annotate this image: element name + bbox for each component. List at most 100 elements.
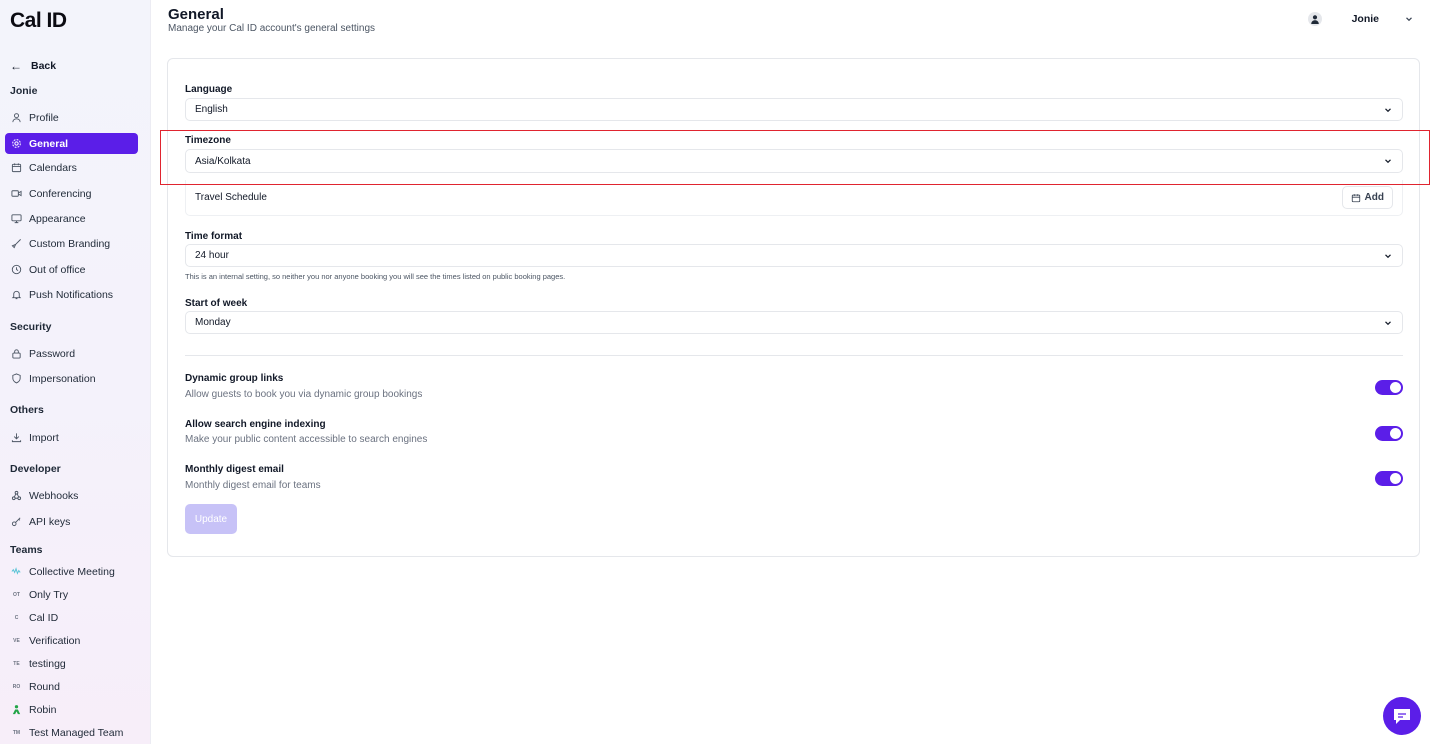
security-section-title: Security: [10, 321, 52, 333]
sidebar-team-test-managed-team[interactable]: TM Test Managed Team: [5, 722, 138, 743]
sidebar-item-label: Push Notifications: [29, 288, 114, 301]
monthly-digest-email-title: Monthly digest email: [185, 464, 284, 475]
sidebar-item-label: Calendars: [29, 161, 77, 174]
sidebar-item-out-of-office[interactable]: Out of office: [5, 259, 138, 280]
sidebar-item-label: Robin: [29, 703, 57, 716]
search-engine-indexing-description: Make your public content accessible to s…: [185, 434, 428, 445]
sidebar-item-label: Webhooks: [29, 489, 79, 502]
sidebar-team-only-try[interactable]: OT Only Try: [5, 584, 138, 605]
sidebar-item-calendars[interactable]: Calendars: [5, 157, 138, 178]
sidebar-item-label: testingg: [29, 657, 66, 670]
chevron-down-icon: [1383, 251, 1393, 261]
calendar-icon: [11, 162, 22, 173]
team-badge: C: [14, 614, 19, 621]
user-avatar-icon: [1310, 15, 1319, 24]
lock-icon: [11, 348, 22, 359]
developer-section-title: Developer: [10, 463, 61, 475]
sidebar-item-conferencing[interactable]: Conferencing: [5, 183, 138, 204]
sidebar-item-impersonation[interactable]: Impersonation: [5, 368, 138, 389]
sidebar-item-general[interactable]: General: [5, 133, 138, 154]
timezone-select[interactable]: Asia/Kolkata: [185, 149, 1403, 173]
dynamic-group-links-toggle[interactable]: [1375, 380, 1403, 395]
section-divider: [185, 355, 1403, 356]
chevron-down-icon: [1383, 156, 1393, 166]
back-label: Back: [31, 60, 57, 72]
page-title: General: [168, 6, 224, 23]
sidebar-item-profile[interactable]: Profile: [5, 107, 138, 128]
sidebar-item-password[interactable]: Password: [5, 343, 138, 364]
sidebar-team-verification[interactable]: VE Verification: [5, 630, 138, 651]
sidebar-item-label: API keys: [29, 515, 71, 528]
calendar-icon: [1351, 193, 1360, 202]
search-engine-indexing-title: Allow search engine indexing: [185, 419, 326, 430]
user-name[interactable]: Jonie: [1352, 13, 1379, 25]
language-value: English: [195, 104, 228, 115]
user-section-title: Jonie: [10, 85, 38, 97]
sidebar-item-label: Cal ID: [29, 611, 59, 624]
team-badge: VE: [13, 637, 20, 644]
add-label: Add: [1364, 192, 1384, 203]
start-of-week-select[interactable]: Monday: [185, 311, 1403, 334]
sidebar-item-label: Verification: [29, 634, 81, 647]
sidebar-item-label: Impersonation: [29, 372, 96, 385]
bell-icon: [11, 289, 22, 300]
language-select[interactable]: English: [185, 98, 1403, 121]
update-button[interactable]: Update: [185, 504, 237, 534]
sidebar-team-collective-meeting[interactable]: Collective Meeting: [5, 561, 138, 582]
clock-icon: [11, 264, 22, 275]
sidebar-item-label: Password: [29, 347, 76, 360]
sidebar-item-label: Out of office: [29, 263, 86, 276]
team-badge: RO: [12, 683, 21, 690]
arrow-left-icon: ←: [10, 59, 22, 73]
teams-section-title: Teams: [10, 544, 43, 556]
sidebar-item-label: Round: [29, 680, 60, 693]
travel-schedule-label: Travel Schedule: [195, 192, 267, 203]
gear-icon: [11, 138, 22, 149]
time-format-value: 24 hour: [195, 250, 229, 261]
sidebar-team-round[interactable]: RO Round: [5, 676, 138, 697]
app-logo[interactable]: Cal ID: [10, 9, 67, 33]
timezone-label: Timezone: [185, 135, 231, 146]
brush-icon: [11, 238, 22, 249]
time-format-label: Time format: [185, 231, 243, 242]
time-format-hint: This is an internal setting, so neither …: [185, 272, 566, 281]
sidebar-item-appearance[interactable]: Appearance: [5, 208, 138, 229]
sidebar-item-import[interactable]: Import: [5, 427, 138, 448]
chat-bubble-icon: [1394, 709, 1410, 724]
dynamic-group-links-title: Dynamic group links: [185, 373, 284, 384]
team-wave-icon: [11, 566, 22, 577]
sidebar-item-custom-branding[interactable]: Custom Branding: [5, 233, 138, 254]
sidebar-item-push-notifications[interactable]: Push Notifications: [5, 284, 138, 305]
team-badge: TM: [12, 729, 21, 736]
sidebar-item-label: Custom Branding: [29, 237, 111, 250]
sidebar-item-label: Import: [29, 431, 59, 444]
back-link[interactable]: ← Back: [10, 60, 56, 72]
start-of-week-value: Monday: [195, 317, 231, 328]
chat-support-button[interactable]: [1383, 697, 1421, 735]
sidebar-item-label: General: [29, 137, 69, 150]
user-menu[interactable]: Jonie: [1307, 12, 1414, 26]
monthly-digest-email-toggle[interactable]: [1375, 471, 1403, 486]
video-icon: [11, 188, 22, 199]
sidebar-item-webhooks[interactable]: Webhooks: [5, 485, 138, 506]
timezone-value: Asia/Kolkata: [195, 155, 251, 167]
sidebar-team-testingg[interactable]: TE testingg: [5, 653, 138, 674]
team-badge: OT: [13, 591, 20, 598]
sidebar-team-cal-id[interactable]: C Cal ID: [5, 607, 138, 628]
chevron-down-icon[interactable]: [1404, 14, 1414, 24]
search-engine-indexing-toggle[interactable]: [1375, 426, 1403, 441]
avatar[interactable]: [1307, 12, 1322, 26]
sidebar: Cal ID ← Back Jonie Profile General Cale…: [0, 0, 151, 744]
key-icon: [11, 516, 22, 527]
add-travel-schedule-button[interactable]: Add: [1341, 186, 1393, 209]
monthly-digest-email-description: Monthly digest email for teams: [185, 480, 321, 491]
sidebar-item-label: Only Try: [29, 588, 69, 601]
sidebar-team-robin[interactable]: Robin: [5, 699, 138, 720]
time-format-select[interactable]: 24 hour: [185, 244, 1403, 267]
shield-icon: [11, 373, 22, 384]
sidebar-item-label: Appearance: [29, 212, 86, 225]
webhook-icon: [11, 490, 22, 501]
page-subtitle: Manage your Cal ID account's general set…: [168, 23, 376, 34]
sidebar-item-label: Profile: [29, 111, 59, 124]
sidebar-item-api-keys[interactable]: API keys: [5, 511, 138, 532]
